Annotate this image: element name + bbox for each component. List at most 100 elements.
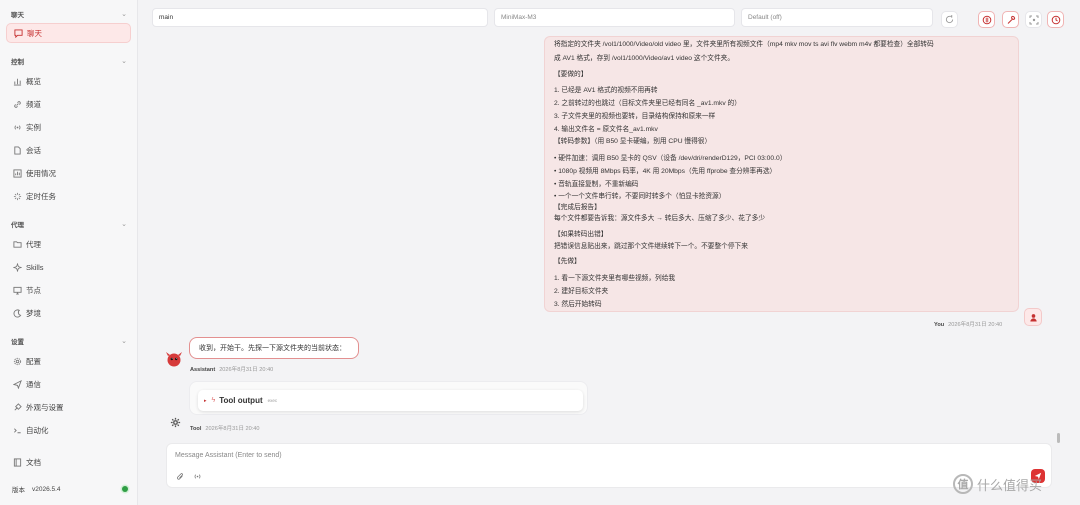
message-line: 1. 看一下源文件夹里有哪些视频，列给我 bbox=[554, 275, 676, 282]
sidebar-item-cron[interactable]: 定时任务 bbox=[6, 186, 131, 206]
status-dot bbox=[122, 486, 128, 492]
watermark-text: 什么值得买 bbox=[977, 477, 1043, 493]
message-line: 将指定的文件夹 /vol1/1000/Video/old video 里，文件夹… bbox=[554, 41, 934, 48]
model-select[interactable]: MiniMax-M3 bbox=[494, 8, 735, 27]
message-line: 成 AV1 格式，存到 /vol1/1000/Video/av1 video 这… bbox=[554, 55, 735, 62]
tool-output-card: ▸ ϟ Tool output exec bbox=[189, 381, 588, 415]
lobster-mascot-icon bbox=[166, 352, 182, 367]
session-select[interactable]: main bbox=[152, 8, 488, 27]
clock-icon bbox=[1051, 15, 1060, 24]
message-line: 【完成后报告】 bbox=[554, 204, 601, 211]
tool-avatar bbox=[168, 415, 182, 429]
gear-icon bbox=[11, 355, 23, 367]
message-line: 3. 子文件夹里的视频也要转，目录结构保持和原来一样 bbox=[554, 113, 716, 120]
sidebar-item-chat[interactable]: 聊天 bbox=[6, 23, 131, 43]
folder-icon bbox=[11, 238, 23, 250]
message-line: 【转码参数】（用 B50 显卡硬编，别用 CPU 慢得很） bbox=[554, 138, 712, 145]
message-line: 【如果转码出错】 bbox=[554, 231, 608, 238]
sidebar-item-sessions[interactable]: 会话 bbox=[6, 140, 131, 160]
sidebar-item-automation[interactable]: 自动化 bbox=[6, 420, 131, 440]
chevron-down-icon: ⌄ bbox=[121, 58, 127, 65]
focus-icon bbox=[1029, 15, 1038, 24]
book-icon bbox=[11, 456, 23, 468]
section-chat-header[interactable]: 聊天 ⌄ bbox=[11, 9, 127, 19]
chevron-down-icon: ⌄ bbox=[121, 338, 127, 345]
sidebar-item-dreams[interactable]: 梦境 bbox=[6, 303, 131, 323]
assistant-avatar bbox=[165, 350, 183, 368]
user-avatar bbox=[1024, 308, 1042, 326]
sidebar-item-nodes[interactable]: 节点 bbox=[6, 280, 131, 300]
moon-icon bbox=[11, 307, 23, 319]
sidebar-item-skills[interactable]: Skills bbox=[6, 257, 131, 277]
chat-scrollbar[interactable] bbox=[1057, 433, 1060, 443]
assistant-message-bubble: 收到，开始干。先探一下源文件夹的当前状态： bbox=[189, 337, 359, 359]
tool-output-toggle[interactable]: ▸ ϟ Tool output exec bbox=[198, 390, 583, 411]
chart-icon bbox=[11, 75, 23, 87]
tools-toggle-button[interactable] bbox=[1002, 11, 1019, 28]
sidebar-item-overview[interactable]: 概览 bbox=[6, 71, 131, 91]
section-agent-header[interactable]: 代理 ⌄ bbox=[11, 219, 127, 229]
user-icon bbox=[1029, 313, 1037, 322]
voice-button[interactable] bbox=[193, 472, 203, 482]
version-info: 版本 v2026.5.4 bbox=[12, 484, 128, 494]
sidebar-item-channels[interactable]: 频道 bbox=[6, 94, 131, 114]
refresh-icon bbox=[945, 15, 954, 24]
section-settings-header[interactable]: 设置 ⌄ bbox=[11, 336, 127, 346]
user-message-meta: You 2026年8月31日 20:40 bbox=[934, 322, 1003, 328]
message-line: 把错误信息贴出来，跳过那个文件继续转下一个。不要整个停下来 bbox=[554, 243, 748, 250]
attach-button[interactable] bbox=[176, 472, 186, 482]
bolt-icon: ϟ bbox=[211, 397, 216, 404]
message-line: 1. 已经是 AV1 格式的视频不用再转 bbox=[554, 87, 658, 94]
tool-tag: exec bbox=[267, 398, 278, 403]
chat-icon bbox=[12, 27, 24, 39]
thinking-select[interactable]: Default (off) bbox=[741, 8, 933, 27]
message-line: • 硬件加速：调用 B50 显卡的 QSV（设备 /dev/dri/render… bbox=[554, 155, 787, 162]
sidebar-item-appearance[interactable]: 外观与设置 bbox=[6, 397, 131, 417]
file-icon bbox=[11, 144, 23, 156]
chevron-down-icon: ⌄ bbox=[121, 11, 127, 18]
chevron-down-icon: ⌄ bbox=[121, 221, 127, 228]
sidebar-item-communication[interactable]: 通信 bbox=[6, 374, 131, 394]
terminal-icon bbox=[11, 424, 23, 436]
radio-wave-icon bbox=[194, 474, 201, 479]
monitor-icon bbox=[11, 284, 23, 296]
sidebar-item-agents[interactable]: 代理 bbox=[6, 234, 131, 254]
message-line: • 1080p 视频用 8Mbps 码率，4K 用 20Mbps（先用 ffpr… bbox=[554, 168, 777, 175]
sidebar-item-config[interactable]: 配置 bbox=[6, 351, 131, 371]
message-line: 4. 输出文件名 = 原文件名_av1.mkv bbox=[554, 126, 658, 133]
section-control-header[interactable]: 控制 ⌄ bbox=[11, 56, 127, 66]
message-line: 每个文件都要告诉我：源文件多大 → 转后多大、压缩了多少、花了多少 bbox=[554, 215, 766, 222]
refresh-button[interactable] bbox=[941, 11, 958, 28]
palette-icon bbox=[11, 401, 23, 413]
sidebar-item-instances[interactable]: 实例 bbox=[6, 117, 131, 137]
message-line: • 音轨直接复制，不重新编码 bbox=[554, 181, 639, 188]
message-line: 3. 然后开始转码 bbox=[554, 301, 602, 308]
radio-icon bbox=[11, 121, 23, 133]
sidebar-item-usage[interactable]: 使用情况 bbox=[6, 163, 131, 183]
brain-icon bbox=[982, 15, 991, 24]
sidebar-item-docs[interactable]: 文档 bbox=[6, 452, 131, 472]
message-composer: Message Assistant (Enter to send) bbox=[166, 443, 1052, 488]
version-number: v2026.5.4 bbox=[32, 485, 61, 493]
message-line: 【先做】 bbox=[554, 258, 581, 265]
tool-message-meta: Tool 2026年8月31日 20:40 bbox=[190, 426, 260, 432]
watermark: 值 什么值得买 bbox=[953, 472, 1073, 496]
message-line: 【要做的】 bbox=[554, 71, 588, 78]
thinking-toggle-button[interactable] bbox=[978, 11, 995, 28]
cron-button[interactable] bbox=[1047, 11, 1064, 28]
tool-output-title: Tool output bbox=[219, 396, 263, 405]
link-icon bbox=[11, 98, 23, 110]
send-icon bbox=[11, 378, 23, 390]
message-line: 2. 建好目标文件夹 bbox=[554, 288, 609, 295]
message-line: 2. 之前转过的也跳过（目标文件夹里已经有同名 _av1.mkv 的） bbox=[554, 100, 741, 107]
loader-icon bbox=[11, 190, 23, 202]
caret-right-icon: ▸ bbox=[204, 397, 207, 404]
message-input[interactable]: Message Assistant (Enter to send) bbox=[175, 452, 282, 459]
focus-mode-button[interactable] bbox=[1025, 11, 1042, 28]
user-message-bubble: 将指定的文件夹 /vol1/1000/Video/old video 里，文件夹… bbox=[544, 36, 1019, 312]
sidebar: 聊天 ⌄ 聊天 控制 ⌄ 概览 频道 实例 会话 使用情况 定时任务 代理 ⌄ 代理 … bbox=[0, 0, 138, 505]
assistant-message-meta: Assistant 2026年8月31日 20:40 bbox=[190, 367, 274, 373]
gear-icon bbox=[170, 417, 180, 427]
watermark-logo: 值 bbox=[953, 474, 973, 494]
bar-chart-icon bbox=[11, 167, 23, 179]
